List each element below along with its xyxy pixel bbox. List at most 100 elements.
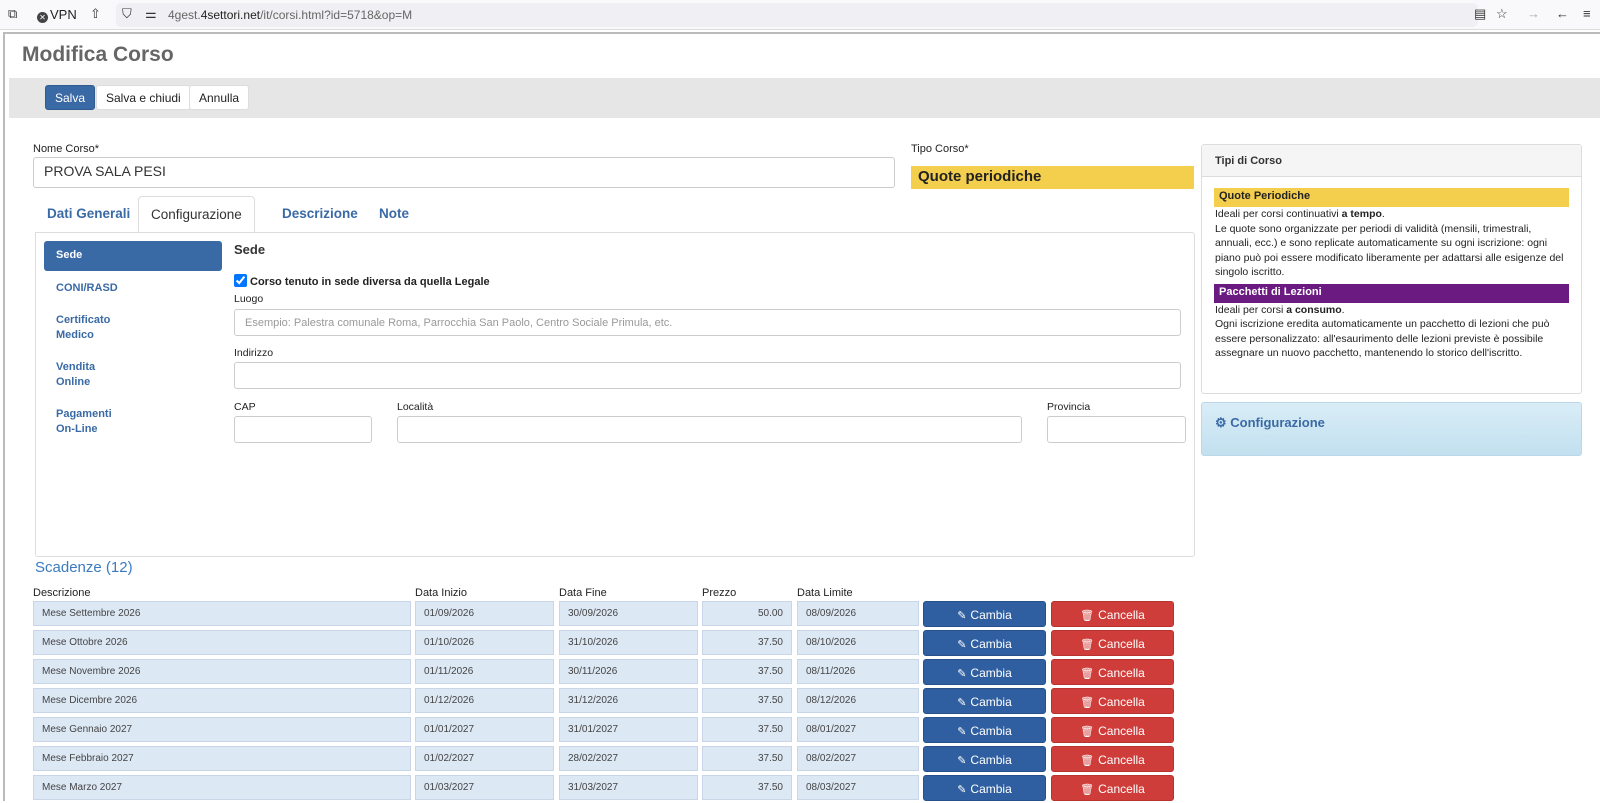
sidebar-item-vendita-online[interactable]: Vendita Online xyxy=(44,353,124,397)
configurazione-panel-header[interactable]: ⚙ Configurazione xyxy=(1201,402,1582,456)
delete-label: Cancella xyxy=(1098,753,1145,767)
provincia-input[interactable] xyxy=(1047,416,1186,443)
save-button[interactable]: Salva xyxy=(45,85,96,110)
luogo-input[interactable]: Esempio: Palestra comunale Roma, Parrocc… xyxy=(234,309,1181,336)
trash-icon: 🗑 xyxy=(1080,639,1095,651)
cell-data-fine: 30/11/2026 xyxy=(559,659,698,684)
delete-button[interactable]: 🗑 Cancella xyxy=(1051,630,1174,656)
cell-prezzo: 37.50 xyxy=(702,746,792,771)
tab-note[interactable]: Note xyxy=(367,196,421,233)
cancel-button[interactable]: Annulla xyxy=(189,85,250,110)
nome-corso-input[interactable]: PROVA SALA PESI xyxy=(33,157,895,188)
cell-data-limite: 08/12/2026 xyxy=(797,688,919,713)
cell-prezzo: 37.50 xyxy=(702,659,792,684)
delete-button[interactable]: 🗑 Cancella xyxy=(1051,717,1174,743)
action-toolbar: Salva Salva e chiudi Annulla xyxy=(9,78,1600,118)
sidebar-item-coni-rasd[interactable]: CONI/RASD xyxy=(44,274,222,303)
pacchetti-lezioni-description: Ideali per corsi a consumo. Ogni iscrizi… xyxy=(1202,303,1581,361)
cell-prezzo: 37.50 xyxy=(702,630,792,655)
cell-data-limite: 08/09/2026 xyxy=(797,601,919,626)
pencil-icon: ✎ xyxy=(957,784,967,796)
cell-data-limite: 08/03/2027 xyxy=(797,775,919,800)
cell-prezzo: 50.00 xyxy=(702,601,792,626)
trash-icon: 🗑 xyxy=(1080,697,1095,709)
cell-data-fine: 31/12/2026 xyxy=(559,688,698,713)
tab-descrizione[interactable]: Descrizione xyxy=(270,196,370,233)
edit-button[interactable]: ✎ Cambia xyxy=(923,688,1046,714)
column-header-data-inizio: Data Inizio xyxy=(415,587,467,599)
cell-descrizione: Mese Settembre 2026 xyxy=(33,601,411,626)
tipi-di-corso-box: Tipi di Corso Quote Periodiche Ideali pe… xyxy=(1201,144,1582,394)
luogo-label: Luogo xyxy=(234,293,264,305)
pencil-icon: ✎ xyxy=(957,726,967,738)
back-arrow-icon[interactable]: ← xyxy=(1556,6,1569,21)
edit-button[interactable]: ✎ Cambia xyxy=(923,717,1046,743)
edit-button[interactable]: ✎ Cambia xyxy=(923,659,1046,685)
delete-label: Cancella xyxy=(1098,782,1145,796)
delete-button[interactable]: 🗑 Cancella xyxy=(1051,688,1174,714)
sede-diversa-checkbox-input[interactable] xyxy=(234,274,247,287)
pencil-icon: ✎ xyxy=(957,668,967,680)
cell-data-fine: 31/03/2027 xyxy=(559,775,698,800)
sidebar-item-pagamenti-online[interactable]: Pagamenti On-Line xyxy=(44,400,134,444)
shield-icon[interactable]: ⛉ xyxy=(122,6,132,22)
sidebar-toggle-icon[interactable]: ⧉ xyxy=(8,6,17,22)
vpn-indicator[interactable]: ✕ VPN xyxy=(37,7,77,23)
tipo-corso-value[interactable]: Quote periodiche xyxy=(911,166,1194,189)
delete-button[interactable]: 🗑 Cancella xyxy=(1051,746,1174,772)
delete-label: Cancella xyxy=(1098,637,1145,651)
sidebar-item-sede[interactable]: Sede xyxy=(44,241,222,271)
url-text[interactable]: 4gest.4settori.net/it/corsi.html?id=5718… xyxy=(168,8,412,22)
delete-label: Cancella xyxy=(1098,695,1145,709)
nome-corso-label: Nome Corso* xyxy=(33,143,100,155)
edit-button[interactable]: ✎ Cambia xyxy=(923,775,1046,801)
cell-data-inizio: 01/12/2026 xyxy=(415,688,554,713)
extensions-icon[interactable]: ⇧ xyxy=(90,6,101,22)
vpn-status-icon: ✕ xyxy=(37,12,48,23)
quote-periodiche-badge: Quote Periodiche xyxy=(1214,188,1569,207)
cell-data-inizio: 01/01/2027 xyxy=(415,717,554,742)
tab-configurazione[interactable]: Configurazione xyxy=(138,196,255,233)
cap-input[interactable] xyxy=(234,416,372,443)
cell-data-fine: 28/02/2027 xyxy=(559,746,698,771)
trash-icon: 🗑 xyxy=(1080,755,1095,767)
sede-heading: Sede xyxy=(234,242,266,257)
sede-diversa-label: Corso tenuto in sede diversa da quella L… xyxy=(250,276,490,288)
edit-button[interactable]: ✎ Cambia xyxy=(923,601,1046,627)
sidebar-item-certificato-medico[interactable]: Certificato Medico xyxy=(44,306,134,350)
cell-data-fine: 31/01/2027 xyxy=(559,717,698,742)
cell-data-inizio: 01/03/2027 xyxy=(415,775,554,800)
indirizzo-input[interactable] xyxy=(234,362,1181,389)
column-header-data-fine: Data Fine xyxy=(559,587,607,599)
quote-line-pre: Ideali per corsi continuativi xyxy=(1215,208,1342,220)
trash-icon: 🗑 xyxy=(1080,668,1095,680)
cell-data-limite: 08/10/2026 xyxy=(797,630,919,655)
sede-diversa-checkbox[interactable]: Corso tenuto in sede diversa da quella L… xyxy=(234,274,490,288)
localita-input[interactable] xyxy=(397,416,1022,443)
cell-descrizione: Mese Febbraio 2027 xyxy=(33,746,411,771)
reader-mode-icon[interactable]: ▤ xyxy=(1474,6,1486,22)
edit-label: Cambia xyxy=(970,608,1012,622)
pacchetti-lezioni-badge: Pacchetti di Lezioni xyxy=(1214,283,1569,303)
save-and-close-button[interactable]: Salva e chiudi xyxy=(96,85,191,110)
edit-button[interactable]: ✎ Cambia xyxy=(923,630,1046,656)
pencil-icon: ✎ xyxy=(957,639,967,651)
quote-line-bold: a tempo xyxy=(1341,208,1382,220)
edit-button[interactable]: ✎ Cambia xyxy=(923,746,1046,772)
pencil-icon: ✎ xyxy=(957,610,967,622)
cell-prezzo: 37.50 xyxy=(702,688,792,713)
cell-prezzo: 37.50 xyxy=(702,717,792,742)
permissions-icon[interactable]: ⚌ xyxy=(145,6,157,22)
delete-button[interactable]: 🗑 Cancella xyxy=(1051,775,1174,801)
gear-icon: ⚙ xyxy=(1215,415,1227,430)
bookmark-star-icon[interactable]: ☆ xyxy=(1496,6,1508,22)
menu-icon[interactable]: ≡ xyxy=(1583,6,1591,21)
forward-arrow-icon[interactable]: → xyxy=(1527,6,1540,21)
url-prefix: 4gest. xyxy=(168,8,201,22)
cell-data-inizio: 01/11/2026 xyxy=(415,659,554,684)
indirizzo-label: Indirizzo xyxy=(234,347,274,359)
localita-label: Località xyxy=(397,401,434,413)
tab-dati-generali[interactable]: Dati Generali xyxy=(35,196,142,233)
delete-button[interactable]: 🗑 Cancella xyxy=(1051,659,1174,685)
delete-button[interactable]: 🗑 Cancella xyxy=(1051,601,1174,627)
